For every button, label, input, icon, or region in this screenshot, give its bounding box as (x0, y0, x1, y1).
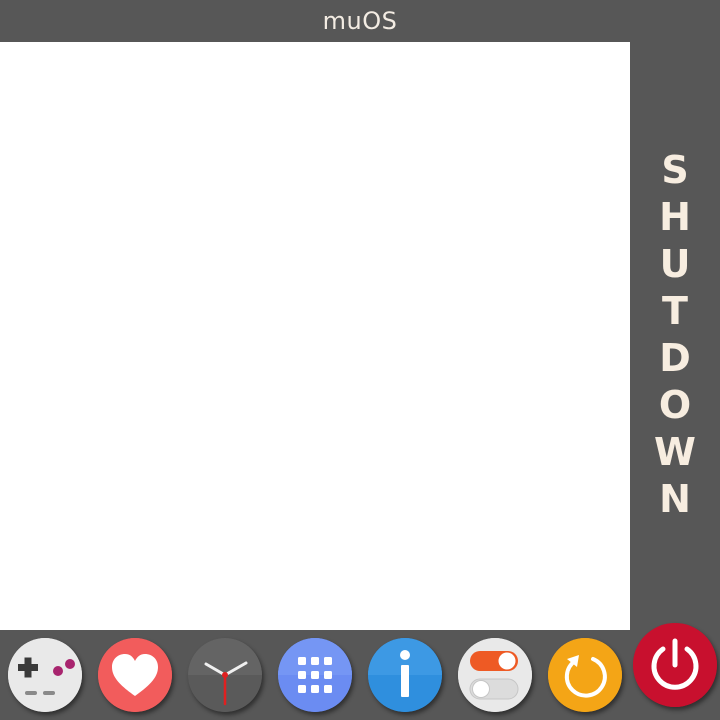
selected-item-label-text: SHUTDOWN (653, 148, 697, 524)
app-grid-icon (278, 638, 352, 712)
dock-item-explore[interactable] (8, 638, 82, 712)
dock (0, 623, 720, 720)
power-icon (633, 623, 717, 707)
dock-item-shutdown[interactable] (633, 623, 717, 707)
dock-item-history[interactable] (188, 638, 262, 712)
dock-item-applications[interactable] (278, 638, 352, 712)
dock-item-reboot[interactable] (548, 638, 622, 712)
reboot-icon (548, 638, 622, 712)
preview-panel (0, 42, 630, 630)
toggle-icon (458, 638, 532, 712)
dock-item-configuration[interactable] (458, 638, 532, 712)
app-title: muOS (322, 7, 398, 35)
info-icon (368, 638, 442, 712)
dock-item-favourites[interactable] (98, 638, 172, 712)
clock-icon (188, 638, 262, 712)
dock-item-information[interactable] (368, 638, 442, 712)
gamepad-icon (8, 638, 82, 712)
heart-icon (98, 638, 172, 712)
selected-item-label: SHUTDOWN (630, 42, 720, 630)
title-bar: muOS (0, 0, 720, 42)
launcher-screen: muOS SHUTDOWN (0, 0, 720, 720)
